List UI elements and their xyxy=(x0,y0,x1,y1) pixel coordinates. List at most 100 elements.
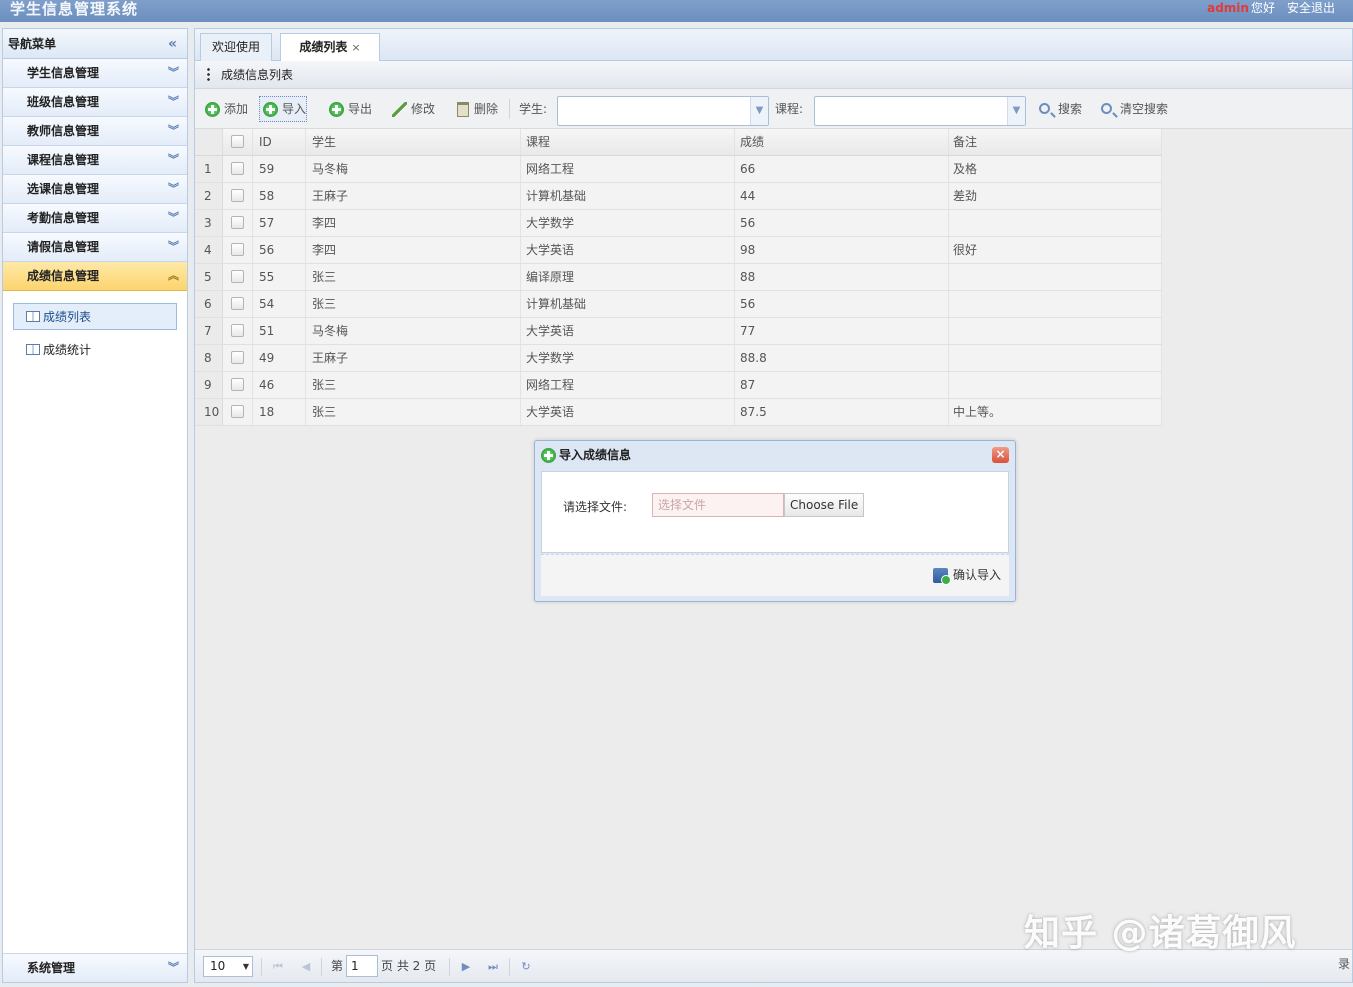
drag-handle-icon xyxy=(207,67,210,83)
select-all-checkbox[interactable] xyxy=(223,129,253,155)
file-path-input[interactable]: 选择文件 xyxy=(652,493,784,517)
table-row[interactable]: 5 55 张三 编译原理 88 xyxy=(195,264,1162,291)
table-row[interactable]: 1 59 马冬梅 网络工程 66 及格 xyxy=(195,156,1162,183)
tab-score-list[interactable]: 成绩列表 × xyxy=(280,33,380,62)
student-select[interactable]: ▼ xyxy=(557,96,769,126)
row-number: 1 xyxy=(195,156,223,182)
column-header-remark[interactable]: 备注 xyxy=(949,129,1162,155)
pager-divider xyxy=(261,958,262,976)
refresh-icon[interactable]: ↻ xyxy=(517,956,535,977)
search-icon xyxy=(1039,103,1050,114)
add-icon xyxy=(205,102,220,117)
column-header-id[interactable]: ID xyxy=(253,129,306,155)
table-row[interactable]: 10 18 张三 大学英语 87.5 中上等。 xyxy=(195,399,1162,426)
expand-icon: ︾ xyxy=(168,124,179,137)
sidebar-item-score[interactable]: 成绩信息管理 ︽ xyxy=(3,262,187,291)
row-checkbox[interactable] xyxy=(223,345,253,371)
dialog-close-button[interactable]: × xyxy=(992,447,1009,463)
table-body: 1 59 马冬梅 网络工程 66 及格 2 58 王麻子 计算机基础 44 差劲 3 57 李四 大学数学 56… xyxy=(195,156,1162,426)
checkbox-icon xyxy=(231,324,244,337)
table-row[interactable]: 6 54 张三 计算机基础 56 xyxy=(195,291,1162,318)
cell-remark: 中上等。 xyxy=(949,399,1162,425)
column-header-course[interactable]: 课程 xyxy=(521,129,735,155)
page-size-select[interactable]: 10 xyxy=(203,956,253,977)
table-row[interactable]: 2 58 王麻子 计算机基础 44 差劲 xyxy=(195,183,1162,210)
sidebar: 导航菜单 « 学生信息管理 ︾ 班级信息管理 ︾ 教师信息管理 ︾ 课程信息管理 ︾ 选… xyxy=(2,28,188,983)
cell-student: 李四 xyxy=(306,237,521,263)
page-total-text: 页 共 2 页 xyxy=(381,959,437,973)
expand-icon: ︾ xyxy=(168,211,179,224)
cell-course: 大学数学 xyxy=(521,210,735,236)
row-checkbox[interactable] xyxy=(223,210,253,236)
row-checkbox[interactable] xyxy=(223,399,253,425)
delete-label: 删除 xyxy=(474,102,499,116)
search-button[interactable]: 搜索 xyxy=(1035,96,1083,122)
cell-remark xyxy=(949,318,1162,344)
import-label: 导入 xyxy=(282,102,307,116)
chevron-down-icon[interactable]: ▼ xyxy=(1007,97,1025,125)
table-row[interactable]: 3 57 李四 大学数学 56 xyxy=(195,210,1162,237)
sidebar-item-teacher[interactable]: 教师信息管理 ︾ xyxy=(3,117,187,146)
sidebar-item-system[interactable]: 系统管理 ︾ xyxy=(3,953,187,982)
choose-file-button[interactable]: Choose File xyxy=(784,493,865,517)
course-select[interactable]: ▼ xyxy=(814,96,1026,126)
confirm-import-button[interactable]: 确认导入 xyxy=(931,565,1001,587)
clear-search-button[interactable]: 清空搜索 xyxy=(1097,96,1169,122)
row-checkbox[interactable] xyxy=(223,318,253,344)
checkbox-icon xyxy=(231,351,244,364)
row-checkbox[interactable] xyxy=(223,291,253,317)
cell-id: 54 xyxy=(253,291,306,317)
table-row[interactable]: 4 56 李四 大学英语 98 很好 xyxy=(195,237,1162,264)
sidebar-item-selection[interactable]: 选课信息管理 ︾ xyxy=(3,175,187,204)
add-button[interactable]: 添加 xyxy=(201,96,249,122)
submenu-score-list[interactable]: 成绩列表 xyxy=(13,303,177,330)
checkbox-icon xyxy=(231,162,244,175)
import-icon xyxy=(263,102,278,117)
export-button[interactable]: 导出 xyxy=(325,96,373,122)
row-checkbox[interactable] xyxy=(223,372,253,398)
row-checkbox[interactable] xyxy=(223,237,253,263)
last-page-icon[interactable]: ⏭ xyxy=(484,956,502,977)
collapse-sidebar-icon[interactable]: « xyxy=(168,29,177,59)
logout-link[interactable]: 安全退出 xyxy=(1287,1,1335,15)
column-header-student[interactable]: 学生 xyxy=(306,129,521,155)
checkbox-icon xyxy=(231,135,244,148)
first-page-icon[interactable]: ⏮ xyxy=(269,956,287,977)
import-button[interactable]: 导入 xyxy=(259,96,308,122)
chevron-down-icon[interactable]: ▼ xyxy=(750,97,768,125)
sidebar-item-course[interactable]: 课程信息管理 ︾ xyxy=(3,146,187,175)
sidebar-item-student[interactable]: 学生信息管理 ︾ xyxy=(3,59,187,88)
column-header-score[interactable]: 成绩 xyxy=(735,129,949,155)
sidebar-item-label: 选课信息管理 xyxy=(27,182,100,196)
tab-welcome[interactable]: 欢迎使用 xyxy=(200,33,272,61)
cell-student: 张三 xyxy=(306,291,521,317)
sidebar-item-attendance[interactable]: 考勤信息管理 ︾ xyxy=(3,204,187,233)
prev-page-icon[interactable]: ◀ xyxy=(297,956,315,977)
checkbox-icon xyxy=(231,297,244,310)
table-row[interactable]: 8 49 王麻子 大学数学 88.8 xyxy=(195,345,1162,372)
next-page-icon[interactable]: ▶ xyxy=(457,956,475,977)
sidebar-item-leave[interactable]: 请假信息管理 ︾ xyxy=(3,233,187,262)
clear-search-label: 清空搜索 xyxy=(1120,102,1169,116)
row-checkbox[interactable] xyxy=(223,264,253,290)
cell-id: 57 xyxy=(253,210,306,236)
cell-student: 李四 xyxy=(306,210,521,236)
table-row[interactable]: 9 46 张三 网络工程 87 xyxy=(195,372,1162,399)
expand-icon: ︾ xyxy=(168,95,179,108)
score-submenu: 成绩列表 成绩统计 xyxy=(3,291,187,952)
close-tab-icon[interactable]: × xyxy=(351,41,360,54)
cell-course: 计算机基础 xyxy=(521,291,735,317)
delete-button[interactable]: 删除 xyxy=(451,96,499,122)
nav-menu-header: 导航菜单 « xyxy=(3,29,187,59)
table-row[interactable]: 7 51 马冬梅 大学英语 77 xyxy=(195,318,1162,345)
dialog-header: 导入成绩信息 × xyxy=(535,441,1015,469)
sidebar-item-class[interactable]: 班级信息管理 ︾ xyxy=(3,88,187,117)
cell-score: 56 xyxy=(735,291,949,317)
row-checkbox[interactable] xyxy=(223,156,253,182)
page-number-input[interactable]: 1 xyxy=(346,955,378,977)
collapse-icon: ︽ xyxy=(168,269,179,282)
row-checkbox[interactable] xyxy=(223,183,253,209)
cell-score: 44 xyxy=(735,183,949,209)
edit-button[interactable]: 修改 xyxy=(388,96,436,122)
submenu-score-stats[interactable]: 成绩统计 xyxy=(13,336,177,363)
